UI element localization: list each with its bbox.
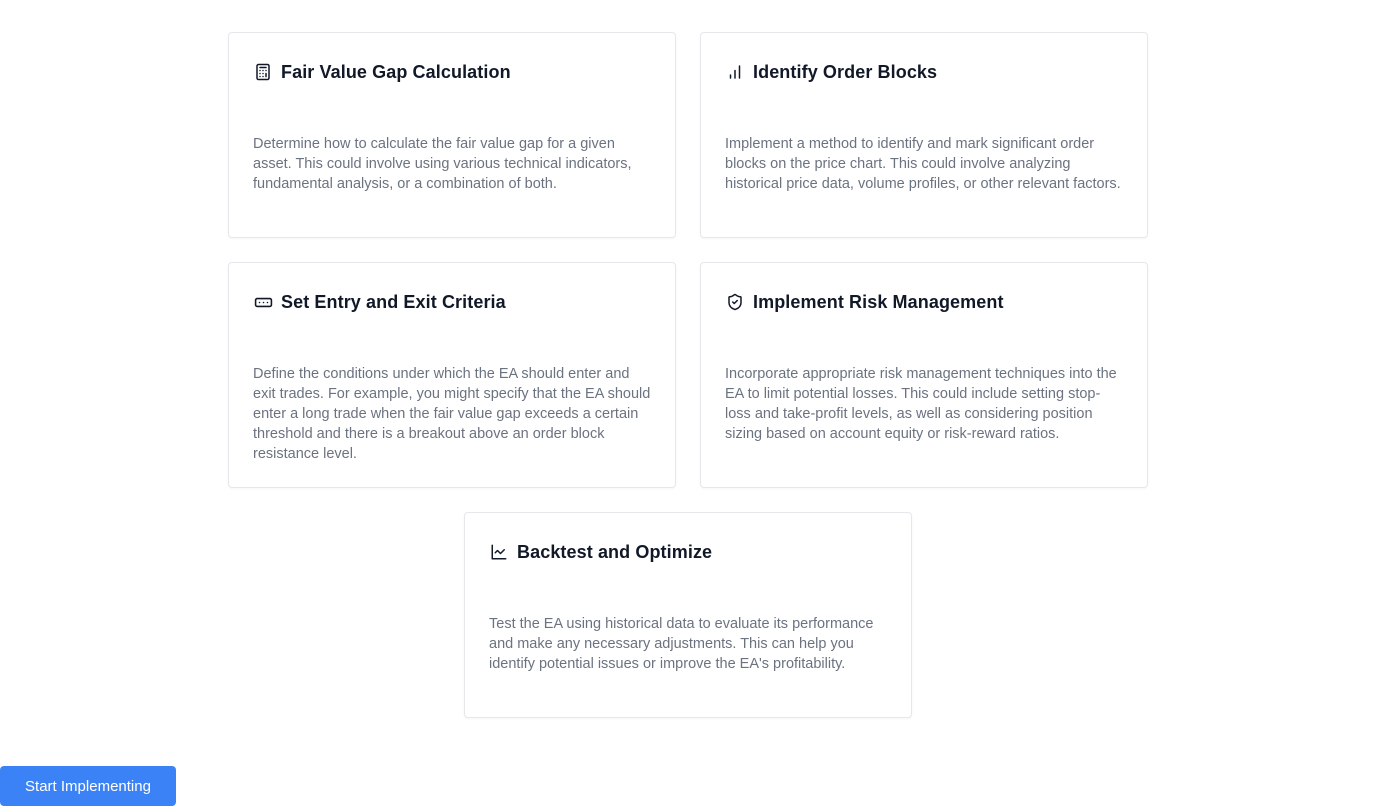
card-title: Identify Order Blocks bbox=[753, 61, 938, 82]
card-header: Fair Value Gap Calculation bbox=[253, 60, 651, 84]
bar-chart-icon bbox=[725, 62, 745, 82]
shield-check-icon bbox=[725, 292, 745, 312]
card-title: Set Entry and Exit Criteria bbox=[281, 291, 506, 312]
card-header: Implement Risk Management bbox=[725, 290, 1123, 314]
card-risk-management: Implement Risk Management Incorporate ap… bbox=[700, 262, 1148, 488]
card-description: Define the conditions under which the EA… bbox=[253, 366, 651, 462]
start-implementing-button[interactable]: Start Implementing bbox=[0, 766, 176, 806]
card-header: Identify Order Blocks bbox=[725, 60, 1123, 84]
card-title: Backtest and Optimize bbox=[517, 541, 713, 562]
page: Fair Value Gap Calculation Determine how… bbox=[0, 0, 1376, 806]
card-order-blocks: Identify Order Blocks Implement a method… bbox=[700, 32, 1148, 238]
card-backtest: Backtest and Optimize Test the EA using … bbox=[464, 512, 912, 718]
card-header: Set Entry and Exit Criteria bbox=[253, 290, 651, 314]
card-description: Test the EA using historical data to eva… bbox=[489, 616, 874, 672]
step-cards-grid: Fair Value Gap Calculation Determine how… bbox=[228, 32, 1148, 488]
card-fair-value-gap: Fair Value Gap Calculation Determine how… bbox=[228, 32, 676, 238]
card-description: Determine how to calculate the fair valu… bbox=[253, 136, 632, 192]
card-description: Implement a method to identify and mark … bbox=[725, 136, 1121, 192]
calculator-icon bbox=[253, 62, 273, 82]
card-description: Incorporate appropriate risk management … bbox=[725, 366, 1117, 442]
card-header: Backtest and Optimize bbox=[489, 540, 887, 564]
card-title: Implement Risk Management bbox=[753, 291, 1004, 312]
rectangle-ellipsis-icon bbox=[253, 292, 273, 312]
card-title: Fair Value Gap Calculation bbox=[281, 61, 511, 82]
card-entry-exit: Set Entry and Exit Criteria Define the c… bbox=[228, 262, 676, 488]
line-chart-icon bbox=[489, 542, 509, 562]
